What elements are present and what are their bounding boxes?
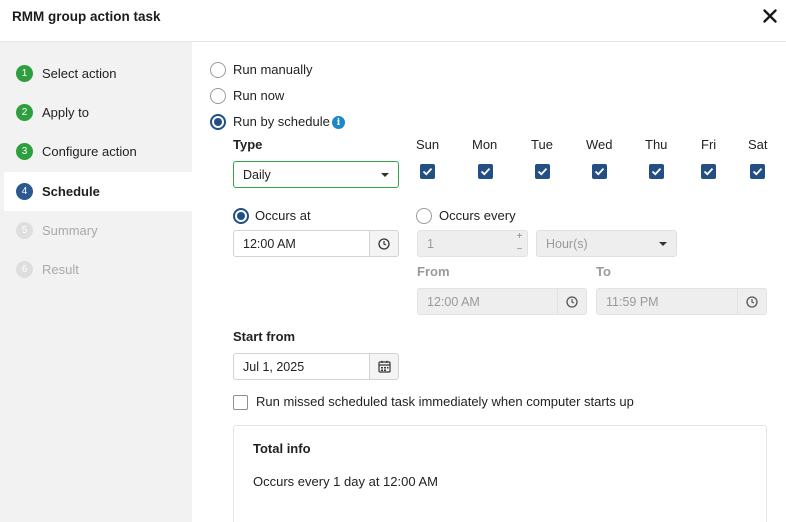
run-now-radio[interactable] [210,88,226,104]
day-checkbox-thu[interactable] [649,164,664,179]
day-label-thu: Thu [645,137,668,152]
start-date-input[interactable]: Jul 1, 2025 [233,353,370,380]
day-label-tue: Tue [531,137,553,152]
type-select[interactable]: Daily [233,161,399,188]
step-label: Schedule [42,184,100,199]
from-clock-button[interactable] [557,288,587,315]
day-checkbox-tue[interactable] [535,164,550,179]
dialog-title: RMM group action task [12,9,161,24]
day-checkbox-sat[interactable] [750,164,765,179]
interval-unit-select[interactable]: Hour(s) [536,230,677,257]
to-label: To [596,264,611,279]
step-apply-to[interactable]: 2 Apply to [0,93,192,132]
step-configure-action[interactable]: 3 Configure action [0,132,192,171]
run-missed-task-checkbox[interactable] [233,395,248,410]
day-checkbox-mon[interactable] [478,164,493,179]
step-number-badge: 6 [16,261,33,278]
day-checkbox-wed[interactable] [592,164,607,179]
start-from-label: Start from [233,329,296,344]
day-label-sat: Sat [748,137,768,152]
total-info-text: Occurs every 1 day at 12:00 AM [253,474,438,489]
to-clock-button[interactable] [737,288,767,315]
run-now-label: Run now [233,88,285,103]
total-info-panel: Total info Occurs every 1 day at 12:00 A… [233,425,767,522]
check-icon [480,167,491,176]
step-label: Select action [42,66,117,81]
step-label: Apply to [42,105,89,120]
clock-icon [566,295,578,308]
step-number-badge: 1 [16,65,33,82]
check-icon [752,167,763,176]
step-summary: 5 Summary [0,211,192,250]
type-label: Type [233,137,263,152]
stepper-plus-icon[interactable]: + [513,230,526,243]
run-manually-label: Run manually [233,62,313,77]
occurs-every-radio[interactable] [416,208,432,224]
wizard-steps-sidebar: 1 Select action 2 Apply to 3 Configure a… [0,42,192,522]
day-label-fri: Fri [701,137,717,152]
run-missed-task-label: Run missed scheduled task immediately wh… [256,394,634,409]
check-icon [651,167,662,176]
day-label-wed: Wed [586,137,613,152]
run-manually-radio[interactable] [210,62,226,78]
from-time-input[interactable]: 12:00 AM [417,288,558,315]
occurs-every-interval-input[interactable]: 1 [417,230,528,257]
step-number-badge: 2 [16,104,33,121]
calendar-icon [377,360,391,373]
total-info-title: Total info [253,441,311,456]
step-schedule[interactable]: 4 Schedule [4,172,192,211]
step-number-badge: 4 [16,183,33,200]
day-checkbox-sun[interactable] [420,164,435,179]
step-result: 6 Result [0,250,192,289]
chevron-down-icon [659,242,667,246]
day-checkbox-fri[interactable] [701,164,716,179]
clock-icon [378,237,390,250]
step-label: Summary [42,223,98,238]
occurs-at-label: Occurs at [255,208,311,223]
check-icon [537,167,548,176]
day-label-mon: Mon [472,137,498,152]
clock-icon [746,295,758,308]
run-by-schedule-radio[interactable] [210,114,226,130]
check-icon [703,167,714,176]
dialog-header: RMM group action task [0,0,786,42]
step-label: Result [42,262,79,277]
check-icon [594,167,605,176]
calendar-button[interactable] [369,353,399,380]
step-number-badge: 3 [16,143,33,160]
info-icon[interactable]: i [332,116,345,129]
step-select-action[interactable]: 1 Select action [0,54,192,93]
step-label: Configure action [42,144,137,159]
occurs-at-clock-button[interactable] [369,230,399,257]
close-icon[interactable] [762,8,778,24]
occurs-at-time-input[interactable]: 12:00 AM [233,230,370,257]
occurs-every-label: Occurs every [439,208,516,223]
check-icon [422,167,433,176]
occurs-at-radio[interactable] [233,208,249,224]
run-by-schedule-label: Run by schedule [233,114,330,129]
stepper-minus-icon[interactable]: − [513,243,526,256]
to-time-input[interactable]: 11:59 PM [596,288,738,315]
chevron-down-icon [381,173,389,177]
interval-unit-value: Hour(s) [546,236,588,251]
step-number-badge: 5 [16,222,33,239]
type-select-value: Daily [243,167,271,182]
from-label: From [417,264,450,279]
day-label-sun: Sun [416,137,440,152]
interval-stepper: + − [513,230,526,257]
